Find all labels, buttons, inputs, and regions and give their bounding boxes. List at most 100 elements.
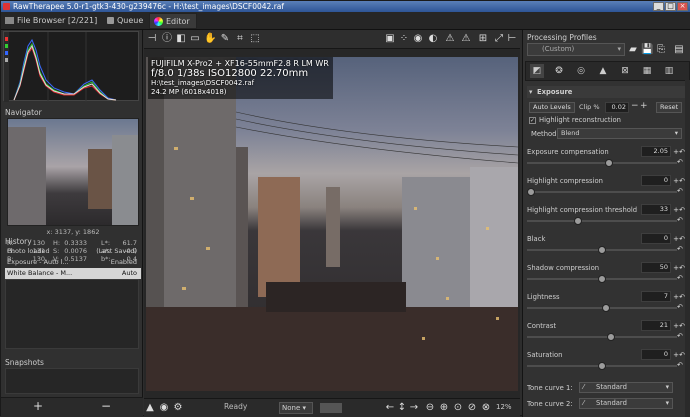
color-swatch[interactable] <box>320 403 342 413</box>
history-row[interactable]: Exposure - Auto l... Enabled <box>5 257 141 268</box>
fullscreen-icon[interactable]: ⤢ <box>493 33 505 45</box>
zoom-in-icon[interactable]: ⊕ <box>438 402 450 414</box>
sync-icon[interactable]: ↕ <box>396 402 408 414</box>
slider-reset-icon[interactable]: ↶ <box>677 303 683 311</box>
zoom-100-icon[interactable]: ⊘ <box>466 402 478 414</box>
tone-curve-1-dropdown[interactable]: ⁄ Standard ▾ <box>579 382 673 393</box>
control-value-input[interactable]: 0 <box>641 349 671 360</box>
zoom-out-icon[interactable]: ⊖ <box>424 402 436 414</box>
slider-knob[interactable] <box>573 217 582 225</box>
increase-button[interactable]: + <box>673 262 679 274</box>
zoom-fit-icon[interactable]: ⊙ <box>452 402 464 414</box>
control-value-input[interactable]: 21 <box>641 320 671 331</box>
save-icon[interactable]: 💾 <box>641 44 653 56</box>
detail-tab-icon[interactable]: ❂ <box>552 64 566 78</box>
clip-decrease-button[interactable]: − <box>631 101 639 111</box>
slider-reset-icon[interactable]: ↶ <box>677 332 683 340</box>
slider-knob[interactable] <box>605 159 614 167</box>
slider-knob[interactable] <box>606 333 615 341</box>
control-value-input[interactable]: 50 <box>641 262 671 273</box>
slider-reset-icon[interactable]: ↶ <box>677 216 683 224</box>
slider-reset-icon[interactable]: ↶ <box>677 158 683 166</box>
focus-mask-icon[interactable]: ◉ <box>412 33 424 45</box>
tab-queue[interactable]: Queue <box>107 13 143 29</box>
zoom-fill-icon[interactable]: ⊗ <box>480 402 492 414</box>
slider-knob[interactable] <box>598 246 606 254</box>
add-snapshot-button[interactable]: + <box>33 399 43 413</box>
paste-icon[interactable]: ▤ <box>673 44 685 56</box>
exposure-tab-icon[interactable]: ◩ <box>530 64 544 78</box>
panel-scrollbar[interactable] <box>685 80 690 417</box>
increase-button[interactable]: + <box>673 291 679 303</box>
warning-shadows-icon[interactable]: ⚠ <box>444 33 456 45</box>
slider-knob[interactable] <box>602 304 611 312</box>
rgb-channels-icon[interactable]: ⁘ <box>398 33 410 45</box>
advanced-tab-icon[interactable]: ▲ <box>596 64 610 78</box>
maximize-button[interactable]: □ <box>665 2 676 11</box>
copy-icon[interactable]: ⎘ <box>655 44 667 56</box>
control-slider[interactable] <box>527 217 677 225</box>
control-slider[interactable] <box>527 275 677 283</box>
open-folder-icon[interactable]: ▰ <box>627 44 639 56</box>
navigator-thumbnail[interactable] <box>7 118 139 226</box>
hand-tool-icon[interactable]: ✋ <box>204 33 216 45</box>
slider-reset-icon[interactable]: ↶ <box>677 274 683 282</box>
selection-dropdown[interactable]: None ▾ <box>279 402 313 414</box>
control-slider[interactable] <box>527 246 677 254</box>
clip-input[interactable]: 0.02 <box>605 102 629 113</box>
control-slider[interactable] <box>527 159 677 167</box>
hide-left-panel-icon[interactable]: ⊣ <box>146 33 158 45</box>
adjust-icon[interactable]: ⚙ <box>172 402 184 414</box>
history-row[interactable]: Photo loaded (Last Saved) <box>5 246 141 257</box>
info-icon[interactable]: ⓘ <box>161 33 173 45</box>
slider-reset-icon[interactable]: ↶ <box>677 361 683 369</box>
transform-tab-icon[interactable]: ⊠ <box>618 64 632 78</box>
reset-button[interactable]: Reset <box>656 102 683 113</box>
before-after-icon[interactable]: ◧ <box>175 33 187 45</box>
control-slider[interactable] <box>527 362 677 370</box>
hide-right-panel-icon[interactable]: ⊢ <box>506 33 518 45</box>
exposure-header[interactable]: ▾ Exposure <box>527 86 685 98</box>
control-value-input[interactable]: 7 <box>641 291 671 302</box>
white-balance-picker-icon[interactable]: ✎ <box>219 33 231 45</box>
preview-mode-icon[interactable]: ◐ <box>427 33 439 45</box>
preview-tool-icon[interactable]: ▲ <box>144 402 156 414</box>
back-arrow-icon[interactable]: ← <box>384 402 396 414</box>
control-value-input[interactable]: 2.05 <box>641 146 671 157</box>
warning-highlights-icon[interactable]: ⚠ <box>460 33 472 45</box>
tab-editor[interactable]: Editor <box>149 13 197 29</box>
color-channel-icon[interactable]: ▣ <box>384 33 396 45</box>
control-value-input[interactable]: 33 <box>641 204 671 215</box>
image-preview[interactable]: FUJIFILM X-Pro2 + XF16-55mmF2.8 R LM WR … <box>146 57 518 391</box>
control-value-input[interactable]: 0 <box>641 175 671 186</box>
clip-increase-button[interactable]: + <box>640 101 648 111</box>
crop-grid-icon[interactable]: ⊞ <box>477 33 489 45</box>
remove-snapshot-button[interactable]: − <box>101 399 111 413</box>
auto-levels-button[interactable]: Auto Levels <box>529 102 575 113</box>
slider-knob[interactable] <box>598 275 606 283</box>
increase-button[interactable]: + <box>673 349 679 361</box>
slider-knob[interactable] <box>527 188 535 196</box>
control-slider[interactable] <box>527 333 677 341</box>
highlight-recon-checkbox[interactable]: ✓ Highlight reconstruction <box>529 116 621 124</box>
metadata-tab-icon[interactable]: ▥ <box>662 64 676 78</box>
tone-curve-2-dropdown[interactable]: ⁄ Standard ▾ <box>579 398 673 409</box>
increase-button[interactable]: + <box>673 175 679 187</box>
increase-button[interactable]: + <box>673 233 679 245</box>
increase-button[interactable]: + <box>673 204 679 216</box>
color-tab-icon[interactable]: ◎ <box>574 64 588 78</box>
control-slider[interactable] <box>527 304 677 312</box>
tab-file-browser[interactable]: File Browser [2/221] <box>5 13 97 29</box>
slider-knob[interactable] <box>598 362 606 370</box>
close-button[interactable]: × <box>677 2 688 11</box>
history-row-selected[interactable]: White Balance - M... Auto <box>5 268 141 279</box>
control-slider[interactable] <box>527 188 677 196</box>
forward-arrow-icon[interactable]: → <box>408 402 420 414</box>
profile-dropdown[interactable]: (Custom) ▾ <box>527 43 625 56</box>
slider-reset-icon[interactable]: ↶ <box>677 187 683 195</box>
raw-tab-icon[interactable]: ▦ <box>640 64 654 78</box>
control-value-input[interactable]: 0 <box>641 233 671 244</box>
crop-icon[interactable]: ⌗ <box>234 33 246 45</box>
increase-button[interactable]: + <box>673 320 679 332</box>
tool-icon[interactable]: ◉ <box>158 402 170 414</box>
